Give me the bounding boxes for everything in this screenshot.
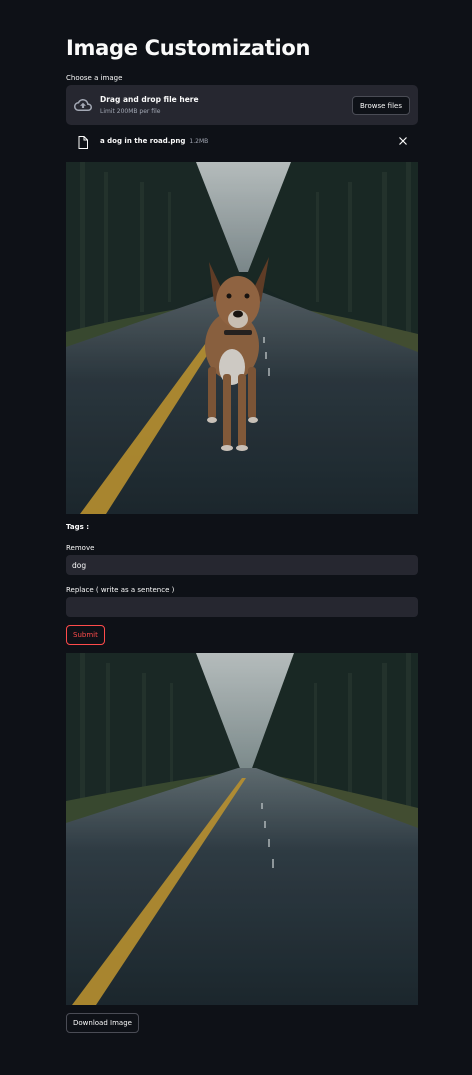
uploaded-file-row: a dog in the road.png 1.2MB bbox=[66, 131, 418, 153]
cloud-upload-icon bbox=[74, 99, 92, 111]
page-title: Image Customization bbox=[66, 36, 311, 60]
file-dropzone[interactable]: Drag and drop file here Limit 200MB per … bbox=[66, 85, 418, 125]
tags-label: Tags : bbox=[66, 523, 90, 531]
close-icon[interactable] bbox=[398, 136, 408, 146]
file-icon bbox=[78, 136, 88, 149]
browse-files-button[interactable]: Browse files bbox=[351, 96, 410, 115]
file-name-text: a dog in the road.png bbox=[100, 137, 186, 145]
submit-button[interactable]: Submit bbox=[66, 625, 105, 645]
remove-input[interactable] bbox=[66, 555, 418, 575]
result-image bbox=[66, 653, 418, 1005]
replace-input[interactable] bbox=[66, 597, 418, 617]
dropzone-limit: Limit 200MB per file bbox=[100, 108, 161, 115]
replace-label: Replace ( write as a sentence ) bbox=[66, 586, 175, 594]
uploaded-file-name: a dog in the road.png 1.2MB bbox=[100, 137, 208, 145]
remove-label: Remove bbox=[66, 544, 95, 552]
file-size: 1.2MB bbox=[189, 138, 209, 145]
dropzone-title: Drag and drop file here bbox=[100, 95, 199, 104]
download-image-button[interactable]: Download Image bbox=[66, 1013, 139, 1033]
uploader-label: Choose a image bbox=[66, 74, 123, 82]
original-image bbox=[66, 162, 418, 514]
